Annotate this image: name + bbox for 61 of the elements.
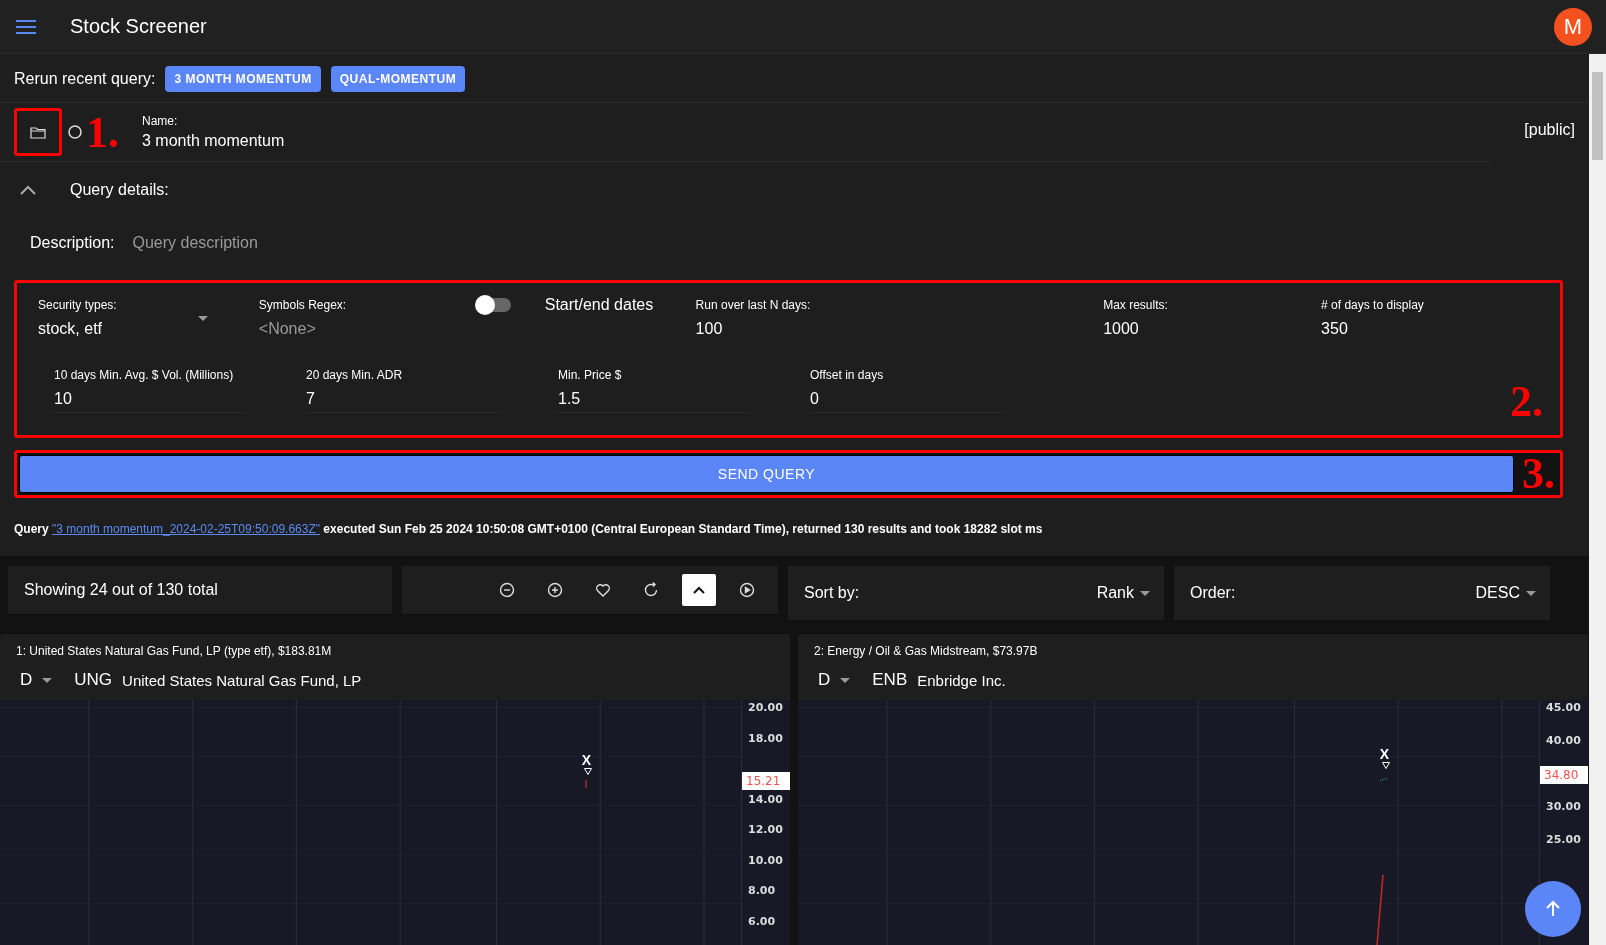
chart-symbol: UNG	[74, 670, 113, 690]
toggle-switch[interactable]	[476, 298, 511, 312]
circle-icon[interactable]	[68, 125, 82, 139]
results-summary: Showing 24 out of 130 total	[24, 581, 218, 599]
query-status-text: Query "3 month momentum_2024-02-25T09:50:09.663Z" executed Sun Feb 25 2024 10:50:08 GMT+0100 (Central European Standard Time), returned 130 results and took 18282 slot ms	[14, 522, 1044, 536]
input-field[interactable]: Max results: 1000	[1103, 298, 1322, 338]
axis-label: 20.00	[748, 701, 783, 714]
axis-label: 12.00	[748, 823, 783, 836]
collapse-icon[interactable]	[20, 185, 36, 195]
name-label: Name:	[142, 114, 179, 128]
input-field[interactable]: Min. Price $ 1.5	[558, 368, 750, 413]
sort-select[interactable]: Sort by: Rank	[788, 566, 1164, 620]
name-value: 3 month momentum	[142, 132, 286, 150]
marker-label: X	[1379, 746, 1389, 763]
description-field[interactable]: Query description	[130, 233, 435, 253]
description-label: Description:	[30, 234, 115, 252]
chart-company-name: United States Natural Gas Fund, LP	[122, 671, 362, 689]
axis-label: 30.00	[1546, 800, 1581, 813]
marker-triangle-icon	[583, 768, 592, 776]
input-field[interactable]: 20 days Min. ADR 7	[306, 368, 498, 413]
annotation-number: 3.	[1522, 452, 1555, 496]
interval-select[interactable]: D	[20, 670, 53, 690]
chart-title: 1: United States Natural Gas Fund, LP (type etf), $183.81M	[15, 643, 333, 660]
recent-query-label: Rerun recent query:	[14, 70, 156, 88]
price-tag: 34.80	[1540, 766, 1588, 785]
select-field[interactable]: Security types: stock, etf	[38, 298, 208, 338]
collapse-icon[interactable]	[682, 574, 716, 606]
axis-label: 25.00	[1546, 833, 1581, 846]
price-tag: 15.21	[742, 772, 790, 791]
price-line	[1375, 875, 1384, 945]
input-field[interactable]: # of days to display 350	[1321, 298, 1539, 338]
axis-label: 10.00	[748, 853, 783, 867]
query-details-label: Query details:	[70, 181, 169, 199]
scrollbar[interactable]	[1589, 54, 1606, 945]
order-select[interactable]: Order: DESC	[1174, 566, 1550, 620]
input-field[interactable]: 10 days Min. Avg. $ Vol. (Millions) 10	[54, 368, 246, 413]
menu-icon[interactable]	[16, 19, 36, 34]
axis-label: 45.00	[1546, 701, 1581, 714]
visibility-label: [public]	[1524, 121, 1575, 139]
chart-title: 2: Energy / Oil & Gas Midstream, $73.97B	[813, 643, 1039, 660]
annotation-number: 1.	[86, 111, 119, 155]
app-title: Stock Screener	[70, 15, 208, 38]
name-field[interactable]: Name: 3 month momentum	[142, 114, 1475, 150]
marker-label: X	[581, 752, 591, 769]
axis-label: 18.00	[748, 731, 783, 745]
axis-label: 6.00	[748, 914, 776, 928]
chart-company-name: Enbridge Inc.	[917, 671, 1006, 689]
input-field[interactable]: Symbols Regex: <None>	[258, 298, 477, 338]
toggle-label: Start/end dates	[544, 296, 654, 314]
folder-icon	[30, 125, 46, 139]
axis-label: 8.00	[748, 884, 776, 897]
input-field[interactable]: Run over last N days: 100	[695, 298, 1104, 338]
annotation-number: 2.	[1510, 380, 1543, 424]
marker-triangle-icon	[1381, 762, 1390, 770]
annotation-box	[14, 108, 62, 156]
query-link[interactable]: "3 month momentum_2024-02-25T09:50:09.663Z"	[52, 522, 321, 536]
chart-symbol: ENB	[872, 670, 908, 690]
axis-label: 14.00	[748, 792, 783, 806]
interval-select[interactable]: D	[818, 670, 851, 690]
axis-label: 40.00	[1546, 734, 1581, 747]
input-field[interactable]: Offset in days 0	[810, 368, 1002, 413]
